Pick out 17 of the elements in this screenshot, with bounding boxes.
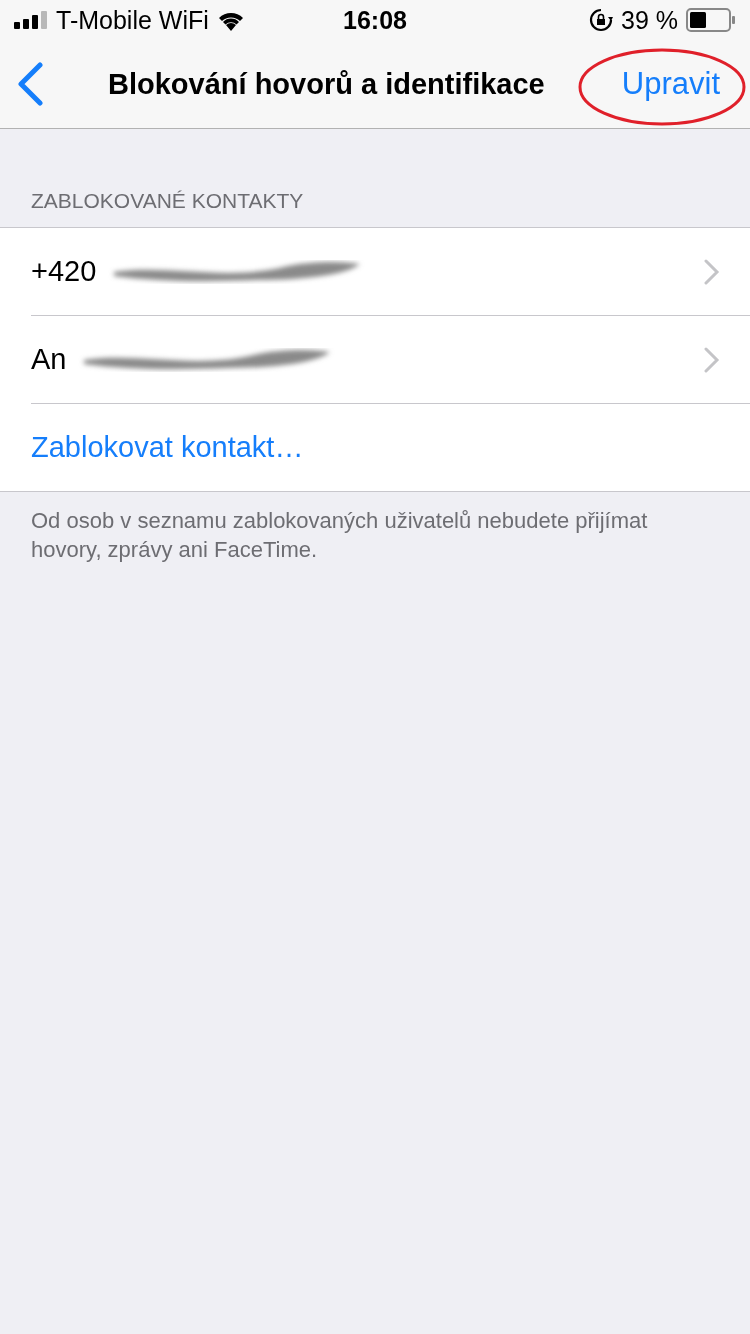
contact-label: +420 xyxy=(31,255,97,288)
signal-icon xyxy=(14,11,48,29)
battery-icon xyxy=(686,8,736,32)
status-time: 16:08 xyxy=(343,5,407,34)
contact-row[interactable]: An xyxy=(31,316,750,404)
contact-label: An xyxy=(31,343,67,376)
block-contact-link[interactable]: Zablokovat kontakt… xyxy=(31,431,304,464)
rotation-lock-icon xyxy=(589,8,614,32)
footer-note: Od osob v seznamu zablokovaných uživatelů nebudete přijímat hovory, zprávy ani FaceTime. xyxy=(31,508,648,562)
carrier-name: T-Mobile WiFi xyxy=(56,5,209,35)
battery-percent: 39 % xyxy=(621,5,678,35)
back-chevron-icon[interactable] xyxy=(16,62,44,106)
contact-row[interactable]: +420 xyxy=(31,228,750,316)
section-header: ZABLOKOVANÉ KONTAKTY xyxy=(31,189,304,212)
chevron-right-icon xyxy=(704,346,720,373)
chevron-right-icon xyxy=(704,258,720,285)
page-title: Blokování hovorů a identifikace xyxy=(108,67,545,100)
